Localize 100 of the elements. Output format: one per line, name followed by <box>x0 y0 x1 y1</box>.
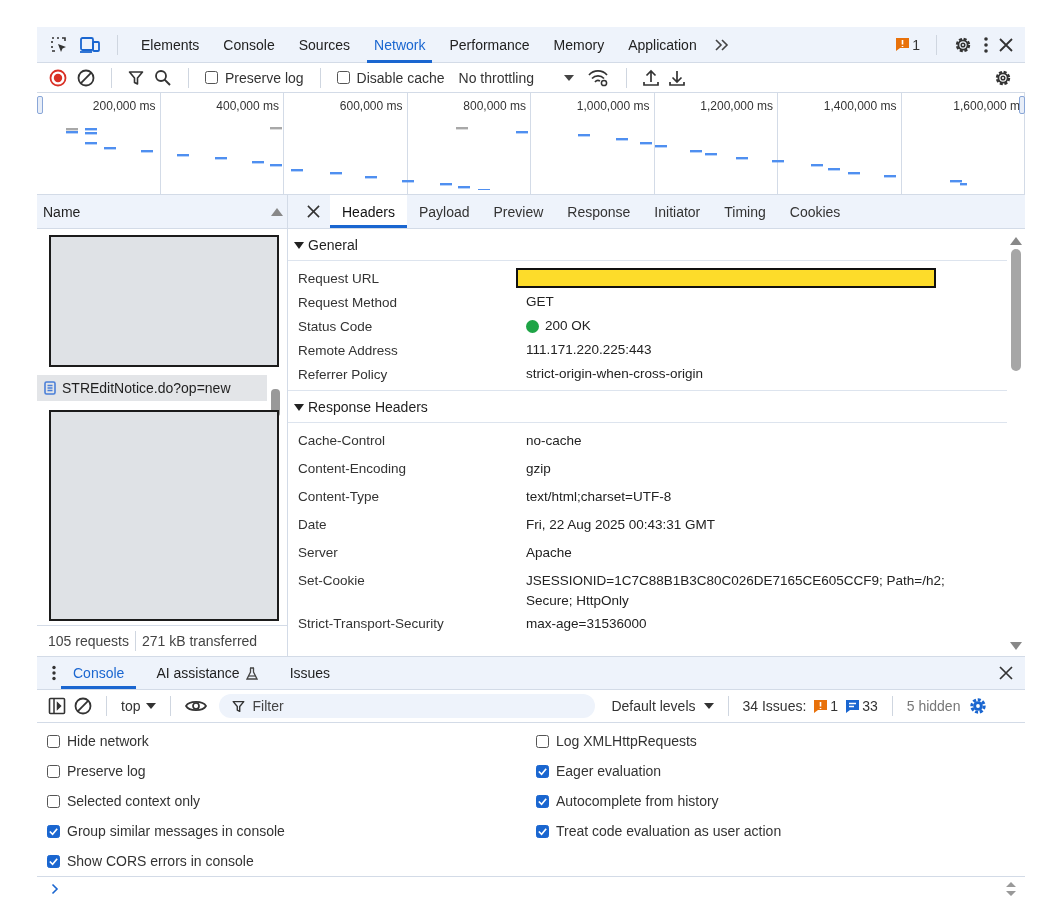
header-name: Request URL <box>298 270 381 286</box>
checkbox[interactable] <box>536 734 549 748</box>
log-levels-dropdown[interactable]: Default levels <box>611 698 714 714</box>
close-icon[interactable] <box>999 37 1013 52</box>
issues-count-label: 34 Issues: <box>742 698 807 714</box>
details-tab[interactable]: Cookies <box>777 195 853 228</box>
checkbox[interactable] <box>47 734 60 748</box>
time-tick-label: 1,600,000 m <box>953 99 1020 113</box>
issue-count[interactable]: 1 <box>814 698 839 714</box>
checkbox-label: Preserve log <box>67 763 146 779</box>
checkbox-label: Treat code evaluation as user action <box>556 823 782 839</box>
close-icon[interactable] <box>999 666 1013 680</box>
upload-icon[interactable] <box>643 68 659 87</box>
panel-tab[interactable]: Memory <box>546 27 612 63</box>
range-handle[interactable] <box>1019 96 1025 114</box>
more-tabs-icon[interactable] <box>713 36 730 53</box>
header-value: strict-origin-when-cross-origin <box>526 365 704 383</box>
column-header[interactable]: Name <box>43 203 81 220</box>
resize-icon[interactable] <box>1005 881 1017 897</box>
header-value: GET <box>526 293 554 311</box>
header-value: Fri, 22 Aug 2025 00:43:31 GMT <box>526 516 716 534</box>
details-tab[interactable]: Payload <box>406 195 482 228</box>
filter-icon[interactable] <box>128 69 144 86</box>
details-tab[interactable]: Headers <box>330 195 407 228</box>
eye-icon[interactable] <box>185 698 208 714</box>
record-stop-icon[interactable] <box>49 68 67 87</box>
clear-icon[interactable] <box>77 68 95 87</box>
device-toolbar-icon[interactable] <box>79 34 101 55</box>
inspect-icon[interactable] <box>49 34 69 55</box>
header-name: Remote Address <box>298 342 399 358</box>
header-name: Referrer Policy <box>298 366 389 382</box>
search-icon[interactable] <box>154 68 172 87</box>
issues-badge[interactable]: 1 <box>896 36 920 53</box>
header-name: Status Code <box>298 318 374 334</box>
summary-text: 105 requests <box>48 633 129 649</box>
details-tab[interactable]: Timing <box>712 195 778 228</box>
caret-icon <box>146 703 157 709</box>
checkbox[interactable] <box>47 824 60 838</box>
checkbox-label: Hide network <box>67 733 149 749</box>
throttling-dropdown[interactable]: No throttling <box>458 69 574 86</box>
checkbox-label: Log XMLHttpRequests <box>556 733 697 749</box>
header-name: Content-Type <box>298 489 381 504</box>
triangle-icon <box>294 401 304 412</box>
header-value: 200 OK <box>545 317 591 335</box>
message-icon <box>846 699 860 713</box>
header-name: Set-Cookie <box>298 573 366 588</box>
scrollbar-thumb[interactable] <box>1011 249 1021 371</box>
warning-icon <box>896 38 910 51</box>
header-value: gzip <box>526 460 551 478</box>
panel-tab[interactable]: Network <box>367 27 433 63</box>
warning-icon <box>814 699 828 713</box>
triangle-icon <box>294 239 304 250</box>
clear-icon[interactable] <box>74 697 92 715</box>
panel-tab[interactable]: Sources <box>291 27 358 63</box>
header-value: no-cache <box>526 432 582 450</box>
checkbox[interactable] <box>47 854 60 868</box>
checkbox[interactable] <box>47 794 60 808</box>
issue-count[interactable]: 33 <box>846 698 878 714</box>
close-icon[interactable] <box>307 205 320 218</box>
checkbox[interactable] <box>205 71 218 84</box>
prompt-chevron-icon[interactable] <box>51 883 59 895</box>
details-tab[interactable]: Response <box>555 195 643 228</box>
network-conditions-icon[interactable] <box>588 68 610 87</box>
settings-icon[interactable] <box>968 696 989 716</box>
section-header[interactable]: Response Headers <box>288 390 1007 423</box>
drawer-tab[interactable]: Console <box>61 657 137 689</box>
checkbox[interactable] <box>536 794 549 808</box>
checkbox[interactable] <box>536 824 549 838</box>
more-options-icon[interactable] <box>983 35 989 54</box>
header-name: Cache-Control <box>298 433 387 448</box>
section-header[interactable]: General <box>288 229 1007 261</box>
time-tick-label: 1,400,000 ms <box>823 99 897 113</box>
sort-ascending-icon[interactable] <box>271 207 283 216</box>
time-tick-label: 1,200,000 ms <box>700 99 773 113</box>
panel-tab[interactable]: Elements <box>134 27 207 63</box>
sidebar-toggle-icon[interactable] <box>48 697 66 715</box>
checkbox[interactable] <box>536 764 549 778</box>
time-tick-label: 1,000,000 ms <box>576 99 650 113</box>
checkbox-label: Preserve log <box>225 69 304 86</box>
details-tab[interactable]: Initiator <box>642 195 713 228</box>
range-handle[interactable] <box>37 96 43 114</box>
checkbox[interactable] <box>336 71 350 84</box>
download-icon[interactable] <box>669 68 685 87</box>
panel-tab[interactable]: Application <box>621 27 704 63</box>
details-tab[interactable]: Preview <box>481 195 556 228</box>
panel-tab[interactable]: Performance <box>442 27 537 63</box>
checkbox[interactable] <box>47 764 60 778</box>
filter-field[interactable]: Filter <box>219 694 596 718</box>
scroll-up-icon[interactable] <box>1010 237 1022 245</box>
header-value: 111.171.220.225:443 <box>526 341 652 359</box>
drawer-tab[interactable]: AI assistance <box>144 657 270 689</box>
hidden-count: 5 hidden <box>906 698 961 714</box>
more-options-icon[interactable] <box>51 665 57 681</box>
drawer-tab[interactable]: Issues <box>277 657 343 689</box>
checkbox-label: Show CORS errors in console <box>67 853 254 869</box>
header-name: Strict-Transport-Security <box>298 616 445 631</box>
scroll-down-icon[interactable] <box>1010 642 1022 650</box>
panel-tab[interactable]: Console <box>216 27 282 63</box>
header-name: Content-Encoding <box>298 461 408 476</box>
context-dropdown[interactable]: top <box>121 698 157 714</box>
